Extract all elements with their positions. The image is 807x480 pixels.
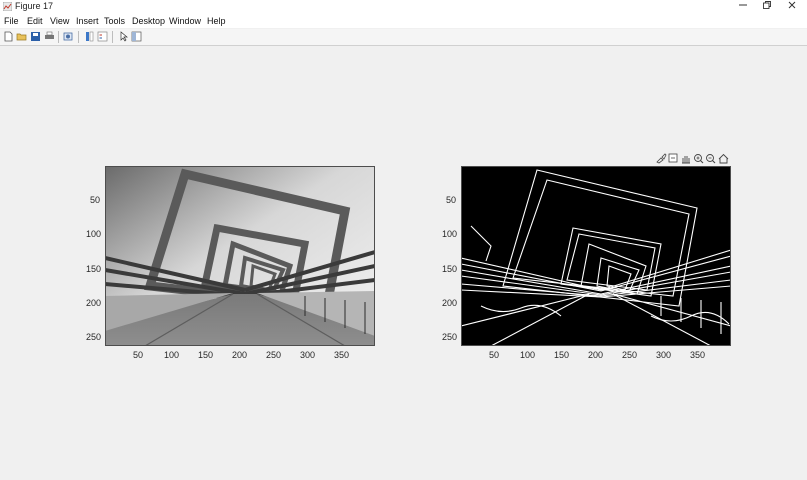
x-tick-label: 50 bbox=[133, 350, 144, 360]
close-icon bbox=[788, 1, 796, 9]
x-tick-label: 150 bbox=[198, 350, 214, 360]
x-tick-label: 100 bbox=[164, 350, 180, 360]
window-title: Figure 17 bbox=[15, 1, 54, 11]
minimize-icon bbox=[739, 4, 747, 6]
matlab-figure-icon bbox=[3, 2, 12, 11]
close-button[interactable] bbox=[780, 0, 804, 14]
y-tick-label: 150 bbox=[442, 264, 458, 274]
title-bar: Figure 17 bbox=[0, 0, 807, 14]
toolbar-separator bbox=[58, 31, 59, 43]
y-tick-label: 50 bbox=[90, 195, 101, 205]
menu-tools[interactable]: Tools bbox=[104, 16, 125, 26]
axes-toolbar bbox=[656, 153, 729, 164]
insert-colorbar-icon[interactable] bbox=[84, 31, 95, 42]
x-tick-label: 150 bbox=[554, 350, 570, 360]
x-tick-label: 300 bbox=[300, 350, 316, 360]
left-axes-frame bbox=[105, 166, 375, 346]
x-tick-label: 350 bbox=[690, 350, 706, 360]
data-tips-icon[interactable] bbox=[668, 153, 678, 163]
open-file-icon[interactable] bbox=[16, 31, 27, 42]
menu-file[interactable]: File bbox=[4, 16, 19, 26]
x-tick-label: 50 bbox=[489, 350, 500, 360]
pan-icon[interactable] bbox=[682, 156, 690, 164]
save-icon[interactable] bbox=[30, 31, 41, 42]
menu-desktop[interactable]: Desktop bbox=[132, 16, 165, 26]
new-figure-icon[interactable] bbox=[3, 31, 14, 42]
y-tick-label: 250 bbox=[86, 332, 102, 342]
link-icon[interactable] bbox=[63, 31, 74, 42]
x-tick-label: 100 bbox=[520, 350, 536, 360]
y-tick-label: 200 bbox=[86, 298, 102, 308]
menu-edit[interactable]: Edit bbox=[27, 16, 43, 26]
y-tick-label: 100 bbox=[442, 229, 458, 239]
restore-button[interactable] bbox=[755, 0, 779, 14]
x-tick-label: 200 bbox=[232, 350, 248, 360]
menu-insert[interactable]: Insert bbox=[76, 16, 99, 26]
y-tick-label: 100 bbox=[86, 229, 102, 239]
home-icon[interactable] bbox=[718, 153, 729, 164]
x-tick-label: 350 bbox=[334, 350, 350, 360]
zoom-out-icon[interactable] bbox=[706, 154, 716, 164]
minimize-button[interactable] bbox=[731, 0, 755, 14]
property-inspector-icon[interactable] bbox=[131, 31, 142, 42]
y-tick-label: 50 bbox=[446, 195, 457, 205]
y-tick-label: 200 bbox=[442, 298, 458, 308]
brush-icon[interactable] bbox=[656, 153, 667, 164]
toolbar-separator bbox=[78, 31, 79, 43]
figure-toolbar bbox=[0, 29, 807, 46]
x-tick-label: 200 bbox=[588, 350, 604, 360]
y-tick-label: 250 bbox=[442, 332, 458, 342]
menu-help[interactable]: Help bbox=[207, 16, 226, 26]
x-tick-label: 250 bbox=[266, 350, 282, 360]
restore-icon bbox=[763, 1, 771, 9]
zoom-in-icon[interactable] bbox=[694, 154, 704, 164]
print-icon[interactable] bbox=[44, 31, 55, 42]
toolbar-separator bbox=[112, 31, 113, 43]
right-axes-frame bbox=[461, 166, 731, 346]
insert-legend-icon[interactable] bbox=[97, 31, 108, 42]
menu-view[interactable]: View bbox=[50, 16, 69, 26]
pointer-icon[interactable] bbox=[118, 31, 129, 42]
y-tick-label: 150 bbox=[86, 264, 102, 274]
x-tick-label: 300 bbox=[656, 350, 672, 360]
menu-window[interactable]: Window bbox=[169, 16, 201, 26]
menu-bar: File Edit View Insert Tools Desktop Wind… bbox=[0, 14, 807, 28]
x-tick-label: 250 bbox=[622, 350, 638, 360]
